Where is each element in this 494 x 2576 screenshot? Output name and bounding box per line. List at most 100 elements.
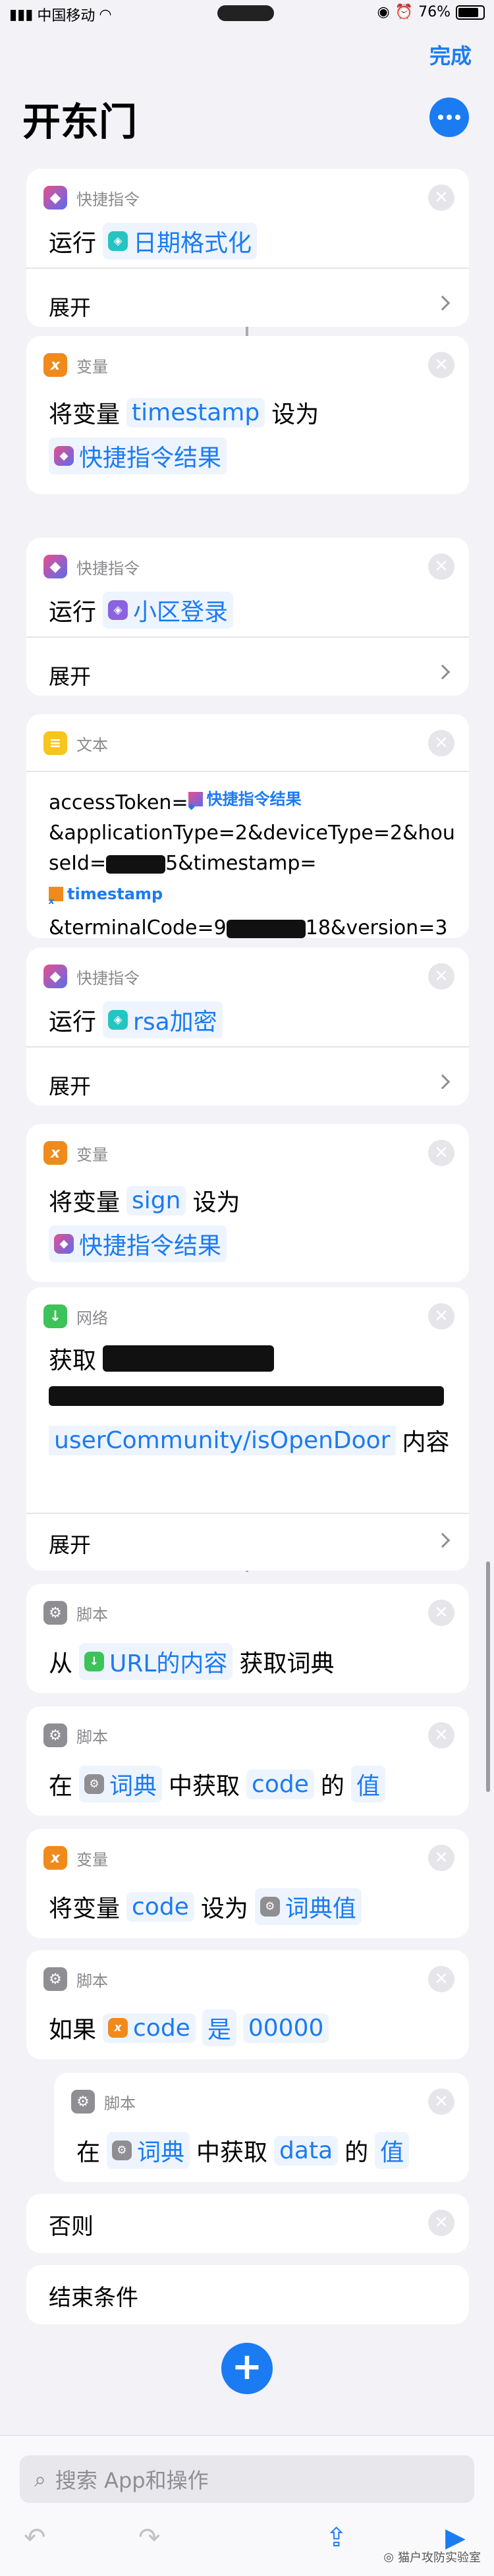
close-icon[interactable]: ✕ <box>428 1722 454 1749</box>
expand-label[interactable]: 展开 <box>49 291 91 322</box>
dictionary-value-token[interactable]: ⚙ 词典值 <box>254 1888 362 1925</box>
redacted-area <box>106 854 166 874</box>
shortcuts-icon: ◆ <box>43 555 67 578</box>
chevron-right-icon[interactable] <box>435 295 451 311</box>
carrier-label: 中国移动 <box>37 8 96 24</box>
shortcut-token[interactable]: ◈ rsa加密 <box>103 1001 223 1038</box>
action-else[interactable]: 否则 ✕ <box>26 2194 469 2253</box>
divider <box>26 267 469 269</box>
chevron-right-icon[interactable] <box>435 1532 451 1548</box>
divider <box>26 1046 469 1048</box>
value-token[interactable]: 值 <box>350 1766 385 1803</box>
close-icon[interactable]: ✕ <box>428 184 454 211</box>
divider <box>26 636 469 638</box>
battery-label: 76% <box>418 4 451 20</box>
gear-icon: ⚙ <box>71 2090 95 2114</box>
text-icon: ≡ <box>43 731 67 755</box>
action-get-url-contents[interactable]: ↓ 网络 ✕ 获取 userCommunity/isOpenDoor 内容 展开 <box>26 1287 469 1571</box>
url-contents-token[interactable]: ↓ URL的内容 <box>79 1643 233 1680</box>
chevron-right-icon[interactable] <box>435 1074 451 1090</box>
variable-name-token[interactable]: timestamp <box>126 397 265 428</box>
key-token[interactable]: data <box>274 2135 339 2166</box>
gear-icon: ⚙ <box>112 2141 132 2160</box>
connector <box>246 327 248 336</box>
add-action-button[interactable]: + <box>221 2343 273 2394</box>
close-icon[interactable]: ✕ <box>428 1845 454 1871</box>
alarm-icon: ⏰ <box>395 4 414 20</box>
battery-icon <box>456 5 485 20</box>
value-token[interactable]: 值 <box>375 2132 410 2169</box>
key-token[interactable]: code <box>246 1769 314 1799</box>
wifi-icon: ◠ <box>99 6 112 23</box>
action-get-dictionary-value[interactable]: ⚙ 脚本 ✕ 在 ⚙ 词典 中获取 code 的值 <box>26 1706 469 1816</box>
wechat-icon: ◎ <box>383 2550 394 2564</box>
shortcut-stack-icon: ◈ <box>108 231 128 251</box>
url-token[interactable]: userCommunity/isOpenDoor <box>49 1425 396 1455</box>
close-icon[interactable]: ✕ <box>428 1140 454 1166</box>
done-button[interactable]: 完成 <box>429 40 472 70</box>
action-get-dictionary-value[interactable]: ⚙ 脚本 ✕ 在 ⚙ 词典 中获取 data 的值 <box>54 2073 469 2182</box>
close-icon[interactable]: ✕ <box>428 1303 454 1330</box>
shortcut-result-token[interactable]: ◆ 快捷指令结果 <box>188 784 302 814</box>
shortcut-result-token[interactable]: ◆ 快捷指令结果 <box>49 437 227 474</box>
search-input[interactable]: ⌕ 搜索 App和操作 <box>20 2455 474 2503</box>
watermark: ◎ 猫户攻防实验室 <box>383 2550 481 2565</box>
action-set-variable[interactable]: x 变量 ✕ 将变量 sign 设为 ◆ 快捷指令结果 <box>26 1124 469 1282</box>
expand-label[interactable]: 展开 <box>49 1070 91 1100</box>
action-run-shortcut[interactable]: ◆ 快捷指令 ✕ 运行 ◈ 日期格式化 展开 <box>26 169 469 327</box>
timestamp-token[interactable]: x timestamp <box>49 879 163 909</box>
action-run-shortcut[interactable]: ◆ 快捷指令 ✕ 运行 ◈ 小区登录 展开 <box>26 538 469 696</box>
variable-name-token[interactable]: sign <box>126 1185 186 1216</box>
close-icon[interactable]: ✕ <box>428 963 454 990</box>
close-icon[interactable]: ✕ <box>428 1966 454 1992</box>
shortcut-token[interactable]: ◈ 日期格式化 <box>103 223 258 260</box>
search-icon: ⌕ <box>34 2466 46 2492</box>
action-type-label: 快捷指令 <box>76 190 140 209</box>
action-set-variable[interactable]: x 变量 ✕ 将变量 timestamp 设为 ◆ 快捷指令结果 <box>26 336 469 494</box>
shortcuts-icon: ◆ <box>188 792 203 812</box>
variable-icon: x <box>49 887 63 907</box>
redo-icon[interactable]: ↷ <box>138 2523 161 2553</box>
shortcut-token[interactable]: ◈ 小区登录 <box>103 592 234 629</box>
more-options-button[interactable] <box>429 98 469 137</box>
shortcut-result-token[interactable]: ◆ 快捷指令结果 <box>49 1225 227 1262</box>
shortcut-stack-icon: ◈ <box>108 600 128 620</box>
dictionary-token[interactable]: ⚙ 词典 <box>107 2132 190 2169</box>
expand-label[interactable]: 展开 <box>49 1528 91 1559</box>
close-icon[interactable]: ✕ <box>428 352 454 378</box>
close-icon[interactable]: ✕ <box>428 730 454 756</box>
chevron-right-icon[interactable] <box>435 664 451 680</box>
condition-value[interactable]: 00000 <box>242 2013 329 2043</box>
close-icon[interactable]: ✕ <box>428 553 454 580</box>
action-text[interactable]: ≡ 文本 ✕ accessToken= ◆ 快捷指令结果 &applicationTyp… <box>26 714 469 938</box>
action-run-shortcut[interactable]: ◆ 快捷指令 ✕ 运行 ◈ rsa加密 展开 <box>26 947 469 1106</box>
variable-icon: x <box>108 2018 128 2038</box>
action-if[interactable]: ⚙ 脚本 ✕ 如果 x code 是 00000 <box>26 1950 469 2059</box>
text-content[interactable]: accessToken= ◆ 快捷指令结果 &applicationType=2&de… <box>49 784 457 938</box>
undo-icon[interactable]: ↶ <box>24 2523 46 2553</box>
action-end-if[interactable]: 结束条件 <box>26 2265 469 2324</box>
close-icon[interactable]: ✕ <box>428 2088 454 2115</box>
share-icon[interactable]: ⇪ <box>325 2523 348 2553</box>
shortcuts-icon: ◆ <box>43 965 67 988</box>
variable-name-token[interactable]: code <box>126 1891 194 1922</box>
shortcuts-icon: ◆ <box>54 1234 74 1254</box>
condition-operator[interactable]: 是 <box>202 2009 236 2046</box>
variable-icon: x <box>43 1846 67 1870</box>
lock-rotation-icon: ◉ <box>377 4 390 20</box>
action-get-dictionary[interactable]: ⚙ 脚本 ✕ 从 ↓ URL的内容 获取词典 <box>26 1584 469 1693</box>
shortcuts-icon: ◆ <box>54 446 74 466</box>
shortcuts-icon: ◆ <box>43 186 67 210</box>
action-set-variable[interactable]: x 变量 ✕ 将变量 code 设为 ⚙ 词典值 <box>26 1829 469 1938</box>
variable-icon: x <box>43 1141 67 1165</box>
close-icon[interactable]: ✕ <box>428 1600 454 1626</box>
end-if-label: 结束条件 <box>49 2285 138 2311</box>
redacted-area <box>103 1345 275 1372</box>
expand-label[interactable]: 展开 <box>49 660 91 690</box>
dictionary-token[interactable]: ⚙ 词典 <box>79 1766 163 1803</box>
scrollbar[interactable] <box>486 1561 490 1792</box>
code-variable-token[interactable]: x code <box>103 2013 196 2043</box>
action-verb: 运行 <box>49 230 97 257</box>
close-icon[interactable]: ✕ <box>428 2210 454 2236</box>
signal-icon: ▮▮▮ <box>9 6 34 23</box>
